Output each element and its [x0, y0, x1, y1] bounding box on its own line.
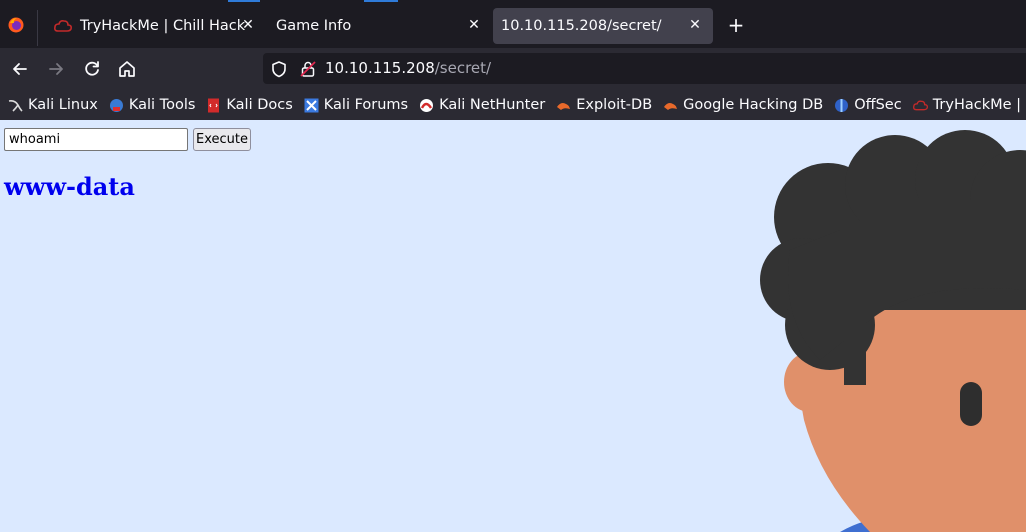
- thm-cloud-icon: [912, 100, 928, 110]
- tab-separator: [37, 10, 38, 46]
- tab-game-info[interactable]: Game Info ✕: [268, 8, 490, 44]
- firefox-icon[interactable]: [8, 17, 24, 33]
- nethunter-icon: [420, 98, 434, 112]
- close-icon[interactable]: ✕: [240, 17, 256, 33]
- bookmark-label: OffSec: [854, 97, 902, 113]
- tab-title: TryHackMe | Chill Hack: [80, 18, 246, 34]
- url-path: /secret/: [434, 59, 492, 77]
- shield-icon[interactable]: [270, 60, 288, 78]
- bookmark-kali-nethunter[interactable]: Kali NetHunter: [419, 97, 545, 113]
- tab-activity-indicator: [228, 0, 260, 2]
- bookmark-kali-docs[interactable]: Kali Docs: [206, 97, 293, 113]
- forward-icon[interactable]: [45, 58, 67, 80]
- kali-tools-icon: [109, 98, 123, 112]
- tab-chill-hack[interactable]: TryHackMe | Chill Hack ✕: [44, 8, 264, 44]
- kali-docs-icon: [208, 98, 220, 112]
- insecure-lock-icon[interactable]: [299, 60, 317, 78]
- bookmark-kali-forums[interactable]: Kali Forums: [304, 97, 408, 113]
- close-icon[interactable]: ✕: [466, 17, 482, 33]
- bookmark-google-hacking-db[interactable]: Google Hacking DB: [663, 97, 823, 113]
- tab-title: Game Info: [276, 18, 352, 34]
- tab-activity-indicator: [364, 0, 398, 2]
- tab-title: 10.10.115.208/secret/: [501, 18, 662, 34]
- close-icon[interactable]: ✕: [687, 17, 703, 33]
- command-output: www-data: [4, 172, 135, 201]
- url-host: 10.10.115.208: [325, 59, 435, 77]
- ghdb-icon: [664, 102, 678, 110]
- bookmark-label: Kali Linux: [28, 97, 98, 113]
- back-icon[interactable]: [9, 58, 31, 80]
- bookmark-label: TryHackMe | Ice: [932, 97, 1026, 113]
- new-tab-icon[interactable]: +: [726, 15, 746, 36]
- bookmark-tryhackme-ice[interactable]: TryHackMe | Ice: [912, 97, 1026, 113]
- bookmark-kali-linux[interactable]: Kali Linux: [8, 97, 98, 113]
- exploit-db-icon: [557, 102, 571, 110]
- bookmarks-bar: Kali Linux Kali Tools Kali Docs Kali For…: [0, 90, 1026, 120]
- bookmark-label: Google Hacking DB: [683, 97, 824, 113]
- tab-strip: TryHackMe | Chill Hack ✕ Game Info ✕ 10.…: [0, 0, 1026, 48]
- bookmark-label: Kali Docs: [226, 97, 293, 113]
- tab-secret[interactable]: 10.10.115.208/secret/ ✕: [493, 8, 713, 44]
- bookmark-label: Exploit-DB: [576, 97, 653, 113]
- bookmark-label: Kali NetHunter: [439, 97, 546, 113]
- thm-cloud-icon: [54, 20, 72, 32]
- offsec-icon: [835, 98, 849, 112]
- command-input[interactable]: [4, 128, 188, 151]
- execute-button[interactable]: Execute: [193, 128, 251, 151]
- bookmark-exploit-db[interactable]: Exploit-DB: [556, 97, 652, 113]
- bookmark-kali-tools[interactable]: Kali Tools: [109, 97, 196, 113]
- bookmark-label: Kali Tools: [128, 97, 196, 113]
- bookmark-offsec[interactable]: OffSec: [834, 97, 902, 113]
- character-illustration: [760, 130, 1026, 532]
- bookmark-label: Kali Forums: [323, 97, 409, 113]
- kali-forums-icon: [304, 98, 319, 112]
- kali-dragon-icon: [8, 99, 23, 112]
- url-text[interactable]: 10.10.115.208/secret/: [325, 59, 491, 77]
- reload-icon[interactable]: [81, 58, 103, 80]
- home-icon[interactable]: [116, 58, 138, 80]
- page-content: Execute www-data: [0, 120, 1026, 532]
